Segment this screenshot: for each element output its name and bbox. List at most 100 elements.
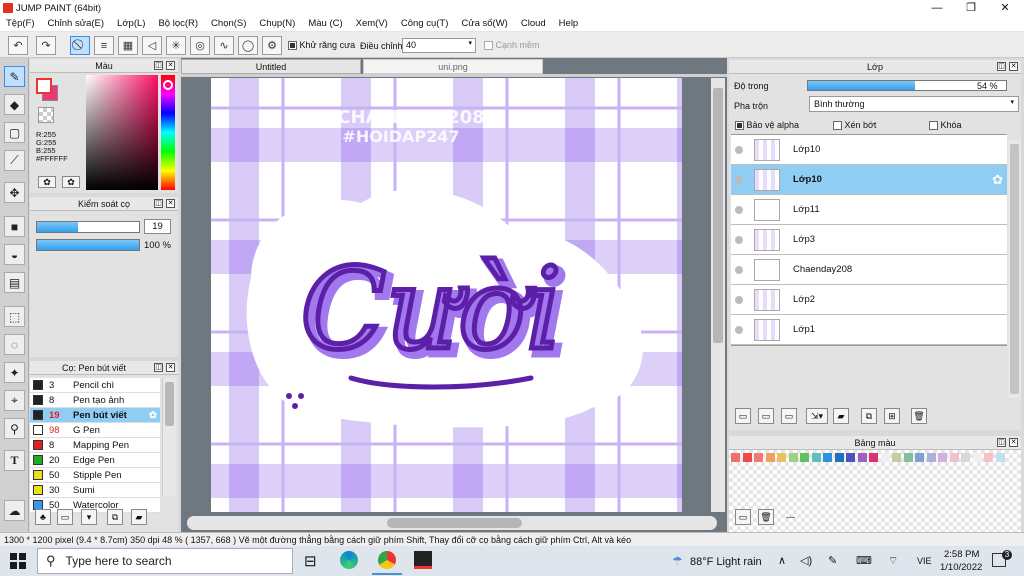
palette-swatch[interactable] (926, 453, 936, 462)
palette-swatch[interactable] (949, 453, 959, 462)
palette-swatch[interactable] (892, 453, 901, 462)
brush-settings-icon[interactable]: ✿ (149, 410, 157, 421)
text-tool-icon[interactable]: T (4, 450, 25, 471)
edge-browser-icon[interactable] (340, 551, 358, 569)
fill-rect-icon[interactable]: ■ (4, 216, 25, 237)
palette-swatch[interactable] (915, 453, 924, 462)
wifi-icon[interactable]: ⌔ (888, 554, 898, 568)
brush-tree-icon[interactable]: ♣ (35, 509, 51, 525)
new-layer-icon[interactable]: ▭ (735, 408, 751, 424)
maximize-button[interactable]: ❐ (954, 0, 988, 16)
delete-palette-icon[interactable]: 🗑 (758, 509, 774, 525)
jump-paint-taskbar-icon[interactable] (414, 551, 432, 569)
magic-wand-icon[interactable]: ✦ (4, 362, 25, 383)
palette-swatch[interactable] (984, 453, 993, 462)
menu-capture[interactable]: Chụp(N) (259, 18, 295, 29)
brush-item[interactable]: 19 Pen bút viết ✿ (30, 408, 160, 423)
palette-swatch[interactable] (811, 453, 821, 462)
menu-file[interactable]: Tệp(F) (6, 18, 35, 29)
canvas-horizontal-scrollbar[interactable] (187, 516, 717, 530)
palette-swatch[interactable] (777, 453, 786, 462)
color-picker-icon[interactable]: ✿ (62, 176, 80, 188)
palette-swatch[interactable] (903, 453, 913, 462)
tray-chevron-icon[interactable]: ∧ (778, 554, 786, 567)
palette-swatch[interactable] (823, 453, 832, 462)
radial-icon[interactable]: ✳ (166, 36, 186, 55)
panel-close-icon[interactable]: ✕ (166, 61, 175, 70)
brush-size-slider[interactable] (36, 221, 140, 233)
brush-item[interactable]: 20 Edge Pen (30, 453, 160, 468)
layer-settings-icon[interactable]: ✿ (992, 172, 1003, 188)
palette-swatch[interactable] (846, 453, 855, 462)
palette-swatch[interactable] (972, 453, 982, 462)
menu-cloud[interactable]: Cloud (521, 18, 546, 29)
move-tool-icon[interactable]: ✥ (4, 182, 25, 203)
panel-close-icon[interactable]: ✕ (1009, 438, 1018, 447)
menu-tools[interactable]: Công cụ(T) (401, 18, 449, 29)
soft-edge-checkbox[interactable] (484, 41, 493, 51)
brush-item[interactable]: 30 Sumi (30, 483, 160, 498)
parallel-ruler-icon[interactable]: ≡ (94, 36, 114, 55)
brush-size-input[interactable]: 19 (144, 219, 171, 234)
palette-swatch[interactable] (765, 453, 775, 462)
menu-layer[interactable]: Lớp(L) (117, 18, 145, 29)
layer-row[interactable]: Lớp1 (731, 315, 1007, 345)
layer-row[interactable]: Lớp2 (731, 285, 1007, 315)
palette-swatch[interactable] (938, 453, 947, 462)
brush-item[interactable]: 8 Mapping Pen (30, 438, 160, 453)
layer-effect-icon[interactable]: ⇲▾ (806, 408, 828, 424)
new-layer-1bit-icon[interactable]: ▭ (781, 408, 797, 424)
panel-close-icon[interactable]: ✕ (1009, 62, 1018, 71)
panel-close-icon[interactable]: ✕ (166, 199, 175, 208)
layer-visibility-icon[interactable] (735, 295, 743, 304)
palette-swatch[interactable] (834, 453, 844, 462)
color-tool-icon[interactable]: ✿ (38, 176, 56, 188)
concentric-icon[interactable]: ◎ (190, 36, 210, 55)
color-picker-square[interactable] (86, 75, 158, 190)
palette-swatch[interactable] (742, 453, 752, 462)
taskbar-search[interactable]: ⚲ Type here to search (37, 548, 293, 574)
panel-float-icon[interactable]: ◫ (997, 62, 1006, 71)
new-brush-icon[interactable]: ▭ (57, 509, 73, 525)
primary-color-swatch[interactable] (36, 78, 52, 94)
panel-float-icon[interactable]: ◫ (154, 199, 163, 208)
lasso-icon[interactable]: ◌ (4, 334, 25, 355)
layer-folder-icon[interactable]: ▰ (833, 408, 849, 424)
palette-swatch[interactable] (995, 453, 1005, 462)
layer-row[interactable]: Lớp10 ✿ (731, 165, 1007, 195)
brush-item[interactable]: 50 Stipple Pen (30, 468, 160, 483)
snap-off-icon[interactable]: ⃠ (70, 36, 90, 55)
menu-help[interactable]: Help (559, 18, 579, 29)
settings-gear-icon[interactable]: ⚙ (262, 36, 282, 55)
eyedropper-icon[interactable]: ⚲ (4, 418, 25, 439)
select-rect-icon[interactable]: ⬚ (4, 306, 25, 327)
canvas-hscroll-thumb[interactable] (387, 518, 522, 528)
clock-time[interactable]: 2:58 PM (944, 549, 979, 560)
palette-swatch[interactable] (880, 453, 890, 462)
menu-filter[interactable]: Bộ lọc(R) (158, 18, 198, 29)
tab-untitled[interactable]: Untitled (181, 59, 361, 74)
layer-visibility-icon[interactable] (735, 175, 743, 184)
pen-tool-icon[interactable]: ✎ (4, 66, 25, 87)
palette-swatch[interactable] (961, 453, 970, 462)
tab-uni-png[interactable]: uni.png (363, 59, 543, 74)
palette-swatch[interactable] (788, 453, 798, 462)
hue-handle[interactable] (163, 80, 173, 90)
task-view-icon[interactable]: ⊟ (304, 552, 317, 570)
brush-tool-icon[interactable]: ⟋ (4, 150, 25, 171)
layer-visibility-icon[interactable] (735, 145, 743, 154)
layer-scroll-thumb[interactable] (1010, 144, 1019, 394)
brush-menu-icon[interactable]: ▾ (81, 509, 97, 525)
brush-item[interactable]: 98 G Pen (30, 423, 160, 438)
speaker-icon[interactable]: ◁) (800, 554, 812, 567)
keyboard-icon[interactable]: ⌨ (856, 554, 872, 567)
language-indicator[interactable]: VIE (917, 556, 932, 566)
chrome-icon[interactable] (378, 551, 396, 569)
undo-icon[interactable]: ↶ (8, 36, 28, 55)
palette-swatch[interactable] (754, 453, 763, 462)
protect-alpha-checkbox[interactable] (735, 121, 744, 131)
layer-row[interactable]: Lớp11 (731, 195, 1007, 225)
brush-list-scrollbar[interactable] (162, 378, 176, 496)
layer-list-scrollbar[interactable] (1008, 140, 1021, 398)
eraser-tool-icon[interactable]: ◆ (4, 94, 25, 115)
